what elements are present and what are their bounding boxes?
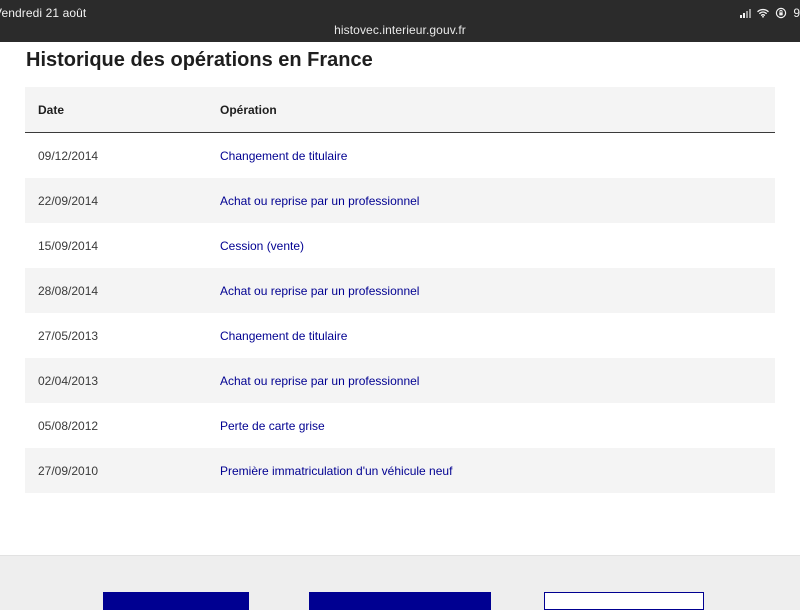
primary-action-button[interactable] [103, 592, 249, 610]
address-bar-url[interactable]: histovec.interieur.gouv.fr [0, 23, 800, 37]
table-row: 15/09/2014 Cession (vente) [25, 223, 775, 268]
row-date: 27/09/2010 [38, 463, 99, 478]
row-operation: Achat ou reprise par un professionnel [220, 373, 420, 388]
row-date: 28/08/2014 [38, 283, 99, 298]
table-row: 05/08/2012 Perte de carte grise [25, 403, 775, 448]
table-header: Date Opération [25, 87, 775, 133]
table-row: 27/05/2013 Changement de titulaire [25, 313, 775, 358]
row-operation: Achat ou reprise par un professionnel [220, 193, 420, 208]
status-indicators: 9 [740, 6, 800, 20]
row-date: 27/05/2013 [38, 328, 99, 343]
primary-action-button-2[interactable] [309, 592, 491, 610]
row-date: 05/08/2012 [38, 418, 99, 433]
signal-strength-icon [740, 8, 752, 18]
table-row: 28/08/2014 Achat ou reprise par un profe… [25, 268, 775, 313]
row-operation: Cession (vente) [220, 238, 305, 253]
browser-top-bar: Vendredi 21 août 9 histovec.interieur.go… [0, 0, 800, 42]
page-content: Historique des opérations en France Date… [0, 42, 800, 610]
battery-percentage: 9 [793, 6, 800, 20]
column-header-date: Date [38, 102, 65, 117]
row-operation: Achat ou reprise par un professionnel [220, 283, 420, 298]
row-operation: Perte de carte grise [220, 418, 325, 433]
table-row: 22/09/2014 Achat ou reprise par un profe… [25, 178, 775, 223]
section-title: Historique des opérations en France [26, 49, 373, 71]
wifi-icon [757, 8, 770, 18]
row-date: 15/09/2014 [38, 238, 99, 253]
secondary-action-button[interactable] [544, 592, 704, 610]
row-date: 22/09/2014 [38, 193, 99, 208]
row-date: 09/12/2014 [38, 148, 99, 163]
table-row: 09/12/2014 Changement de titulaire [25, 133, 775, 178]
column-header-operation: Opération [220, 102, 277, 117]
row-operation: Changement de titulaire [220, 148, 348, 163]
rotation-lock-icon [776, 7, 787, 19]
row-date: 02/04/2013 [38, 373, 99, 388]
table-row: 02/04/2013 Achat ou reprise par un profe… [25, 358, 775, 403]
row-operation: Changement de titulaire [220, 328, 348, 343]
status-date-time: Vendredi 21 août [0, 6, 87, 20]
operations-table: Date Opération 09/12/2014 Changement de … [25, 87, 775, 493]
history-card: Historique des opérations en France Date… [0, 42, 800, 556]
table-row: 27/09/2010 Première immatriculation d'un… [25, 448, 775, 493]
row-operation: Première immatriculation d'un véhicule n… [220, 463, 453, 478]
